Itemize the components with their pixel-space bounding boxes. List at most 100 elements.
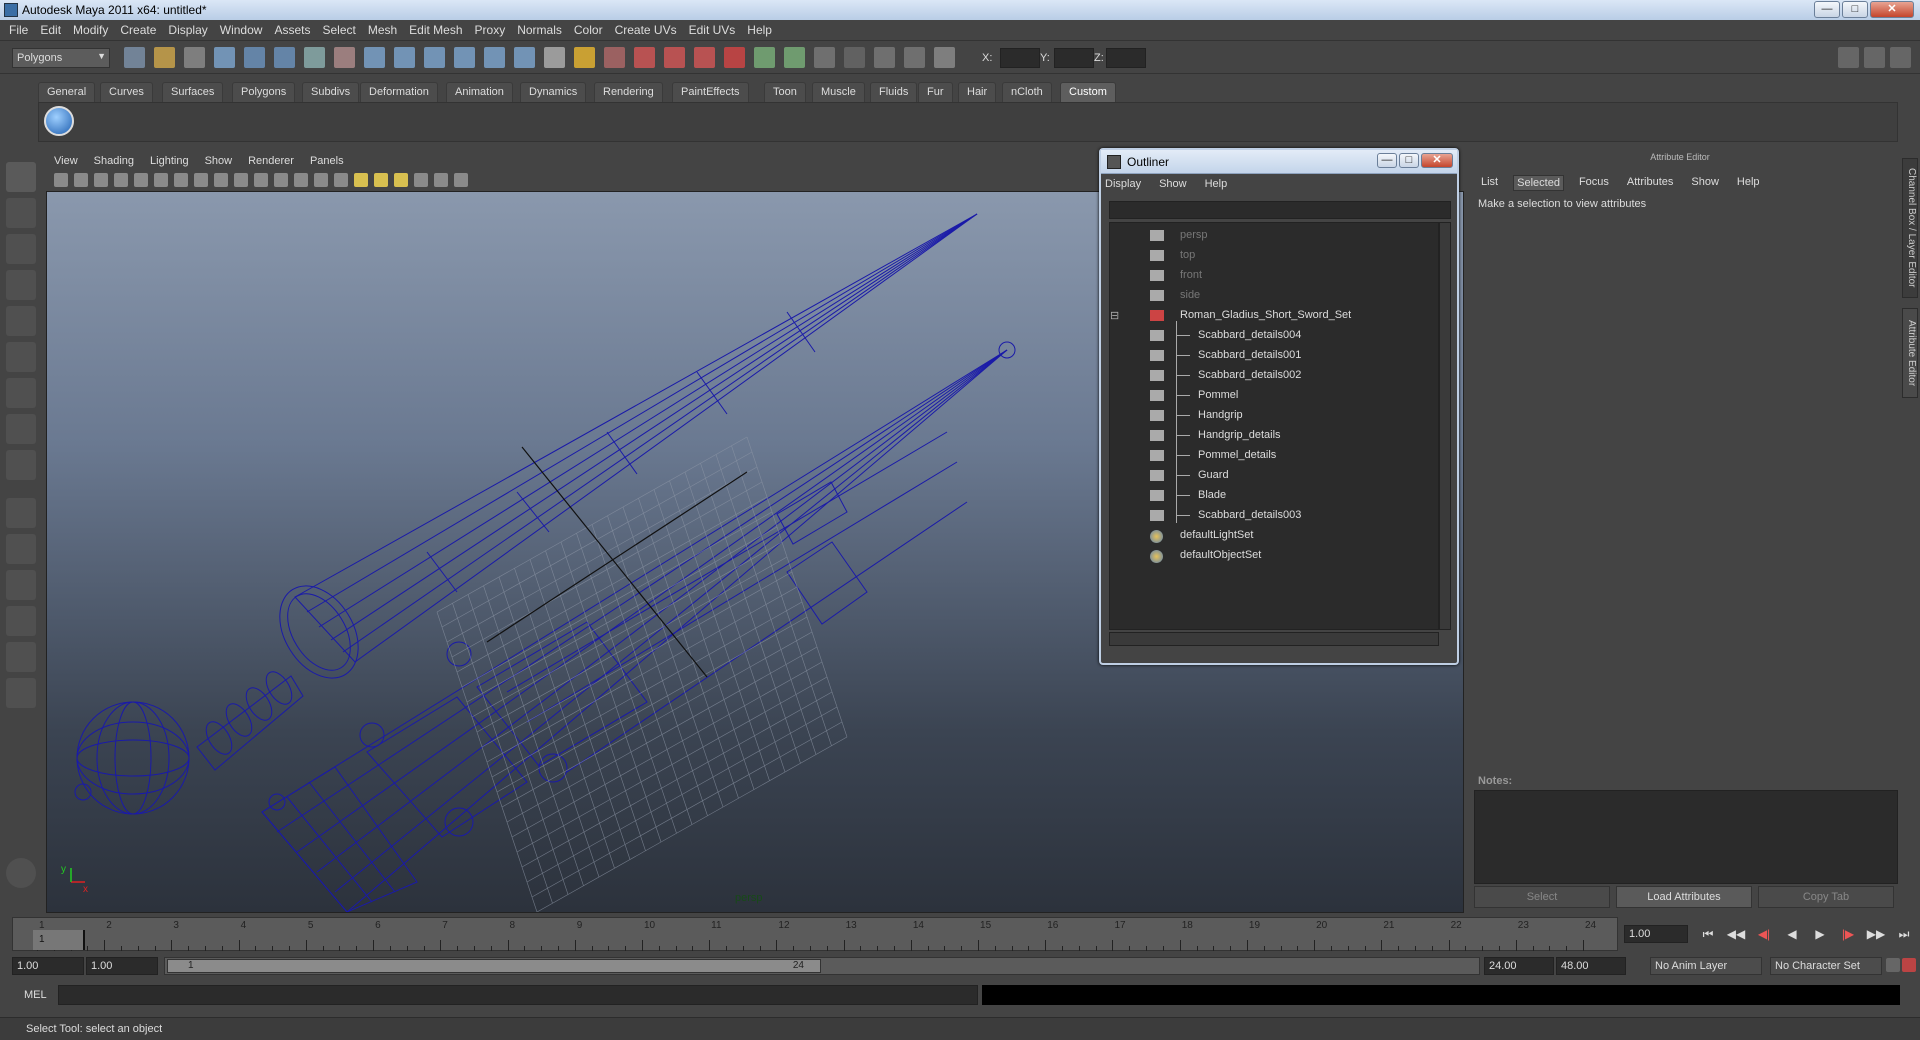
menu-modify[interactable]: Modify bbox=[73, 23, 108, 37]
four-view-layout-icon[interactable] bbox=[6, 534, 36, 564]
menu-window[interactable]: Window bbox=[220, 23, 263, 37]
channel-box-tab[interactable]: Channel Box / Layer Editor bbox=[1902, 158, 1918, 298]
xray-icon[interactable] bbox=[414, 173, 428, 187]
outliner-item-guard[interactable]: Guard bbox=[1110, 467, 1430, 485]
playback-end-field[interactable]: 24.00 bbox=[1484, 957, 1554, 975]
shelf-tab-fluids[interactable]: Fluids bbox=[870, 82, 918, 102]
outliner-menu-show[interactable]: Show bbox=[1159, 178, 1187, 196]
safe-title-icon[interactable] bbox=[254, 173, 268, 187]
close-button[interactable]: ✕ bbox=[1870, 1, 1914, 18]
make-live-icon[interactable] bbox=[724, 47, 745, 68]
new-scene-icon[interactable] bbox=[124, 47, 145, 68]
outliner-item-blade[interactable]: Blade bbox=[1110, 487, 1430, 505]
hand-icon[interactable] bbox=[6, 858, 36, 888]
snap-view-plane-icon[interactable] bbox=[694, 47, 715, 68]
textured-icon[interactable] bbox=[334, 173, 348, 187]
menu-set-dropdown[interactable]: Polygons ▼ bbox=[12, 48, 110, 68]
shelf-tab-fur[interactable]: Fur bbox=[918, 82, 953, 102]
hud-icon[interactable] bbox=[454, 173, 468, 187]
step-forward-frame-icon[interactable]: |▶ bbox=[1838, 925, 1858, 943]
shelf-tab-ncloth[interactable]: nCloth bbox=[1002, 82, 1052, 102]
outliner-menu-help[interactable]: Help bbox=[1205, 178, 1228, 196]
wireframe-on-shaded-icon[interactable] bbox=[314, 173, 328, 187]
collapse-toggle-icon[interactable]: ⊟ bbox=[1110, 309, 1119, 322]
time-slider[interactable]: 1 2 3 4 5 6 7 8 9 10 11 12 13 14 15 16 17 18 19 20 21 22 23 24 1 bbox=[12, 917, 1618, 951]
animation-start-field[interactable]: 1.00 bbox=[12, 957, 84, 975]
outliner-vertical-scrollbar[interactable] bbox=[1439, 222, 1451, 630]
viewport-menu-panels[interactable]: Panels bbox=[310, 155, 344, 167]
menu-edit-uvs[interactable]: Edit UVs bbox=[689, 23, 736, 37]
select-handles-icon[interactable] bbox=[334, 47, 355, 68]
menu-file[interactable]: File bbox=[9, 23, 28, 37]
perspective-outliner-layout-icon[interactable] bbox=[6, 570, 36, 600]
bookmarks-icon[interactable] bbox=[94, 173, 108, 187]
copy-tab-button[interactable]: Copy Tab bbox=[1758, 886, 1894, 908]
shelf-tab-rendering[interactable]: Rendering bbox=[594, 82, 663, 102]
outliner-item-scabbard-details001[interactable]: Scabbard_details001 bbox=[1110, 347, 1430, 365]
attribute-editor-tab[interactable]: Attribute Editor bbox=[1902, 308, 1918, 398]
shelf-tab-surfaces[interactable]: Surfaces bbox=[162, 82, 224, 102]
input-output-icon[interactable] bbox=[934, 47, 955, 68]
menu-proxy[interactable]: Proxy bbox=[475, 23, 506, 37]
attribute-editor-menu-list[interactable]: List bbox=[1478, 175, 1501, 191]
field-chart-icon[interactable] bbox=[214, 173, 228, 187]
attribute-editor-menu-focus[interactable]: Focus bbox=[1576, 175, 1612, 191]
rotate-tool-icon[interactable] bbox=[6, 306, 36, 336]
select-rendering-icon[interactable] bbox=[514, 47, 535, 68]
viewport-menu-show[interactable]: Show bbox=[205, 155, 233, 167]
custom-shelf-check-icon[interactable] bbox=[44, 106, 74, 136]
menu-edit-mesh[interactable]: Edit Mesh bbox=[409, 23, 462, 37]
animation-preferences-icon[interactable] bbox=[1902, 958, 1916, 972]
xray-joints-icon[interactable] bbox=[434, 173, 448, 187]
viewport-menu-shading[interactable]: Shading bbox=[94, 155, 134, 167]
isolate-select-icon[interactable] bbox=[394, 173, 408, 187]
film-gate-icon[interactable] bbox=[154, 173, 168, 187]
outliner-item-persp[interactable]: persp bbox=[1110, 227, 1430, 245]
select-hierarchy-icon[interactable] bbox=[214, 47, 235, 68]
outliner-graph-layout-icon[interactable] bbox=[6, 678, 36, 708]
safe-action-icon[interactable] bbox=[234, 173, 248, 187]
shelf-tab-deformation[interactable]: Deformation bbox=[360, 82, 438, 102]
outliner-item-pommel[interactable]: Pommel bbox=[1110, 387, 1430, 405]
history-icon[interactable] bbox=[754, 47, 775, 68]
render-settings-icon[interactable] bbox=[844, 47, 865, 68]
outliner-item-defaultlightset[interactable]: defaultLightSet bbox=[1110, 527, 1430, 545]
show-hide-attribute-editor-icon[interactable] bbox=[1838, 47, 1859, 68]
outliner-list[interactable]: persp top front side ⊟ Roman_Gladius_Short_Sw… bbox=[1109, 222, 1439, 630]
select-deformations-icon[interactable] bbox=[454, 47, 475, 68]
y-field[interactable] bbox=[1054, 48, 1094, 68]
outliner-horizontal-scrollbar[interactable] bbox=[1109, 632, 1439, 646]
save-scene-icon[interactable] bbox=[184, 47, 205, 68]
open-scene-icon[interactable] bbox=[154, 47, 175, 68]
resolution-gate-icon[interactable] bbox=[174, 173, 188, 187]
attribute-editor-menu-selected[interactable]: Selected bbox=[1513, 175, 1564, 191]
wireframe-icon[interactable] bbox=[274, 173, 288, 187]
lasso-tool-icon[interactable] bbox=[6, 198, 36, 228]
outliner-item-scabbard-details003[interactable]: Scabbard_details003 bbox=[1110, 507, 1430, 525]
step-back-key-icon[interactable]: ◀◀ bbox=[1726, 925, 1746, 943]
camera-attributes-icon[interactable] bbox=[74, 173, 88, 187]
menu-create-uvs[interactable]: Create UVs bbox=[615, 23, 677, 37]
step-back-frame-icon[interactable]: ◀| bbox=[1754, 925, 1774, 943]
go-to-start-icon[interactable]: ⏮ bbox=[1698, 925, 1718, 943]
z-field[interactable] bbox=[1106, 48, 1146, 68]
menu-color[interactable]: Color bbox=[574, 23, 603, 37]
range-slider-handle[interactable]: 1 24 bbox=[167, 959, 821, 973]
outliner-item-handgrip[interactable]: Handgrip bbox=[1110, 407, 1430, 425]
ipr-render-icon[interactable] bbox=[814, 47, 835, 68]
select-component-icon[interactable] bbox=[274, 47, 295, 68]
viewport-menu-lighting[interactable]: Lighting bbox=[150, 155, 189, 167]
outliner-window[interactable]: Outliner — □ ✕ Display Show Help persp top f… bbox=[1099, 148, 1459, 665]
universal-manipulator-icon[interactable] bbox=[6, 378, 36, 408]
use-all-lights-icon[interactable] bbox=[354, 173, 368, 187]
outliner-item-side[interactable]: side bbox=[1110, 287, 1430, 305]
select-camera-icon[interactable] bbox=[54, 173, 68, 187]
select-button[interactable]: Select bbox=[1474, 886, 1610, 908]
outliner-item-scabbard-details004[interactable]: Scabbard_details004 bbox=[1110, 327, 1430, 345]
image-plane-icon[interactable] bbox=[114, 173, 128, 187]
select-curves-icon[interactable] bbox=[394, 47, 415, 68]
outliner-minimize-button[interactable]: — bbox=[1377, 153, 1397, 168]
go-to-end-icon[interactable]: ⏭ bbox=[1894, 925, 1914, 943]
outliner-title-bar[interactable]: Outliner — □ ✕ bbox=[1101, 150, 1457, 174]
attribute-editor-menu-help[interactable]: Help bbox=[1734, 175, 1763, 191]
